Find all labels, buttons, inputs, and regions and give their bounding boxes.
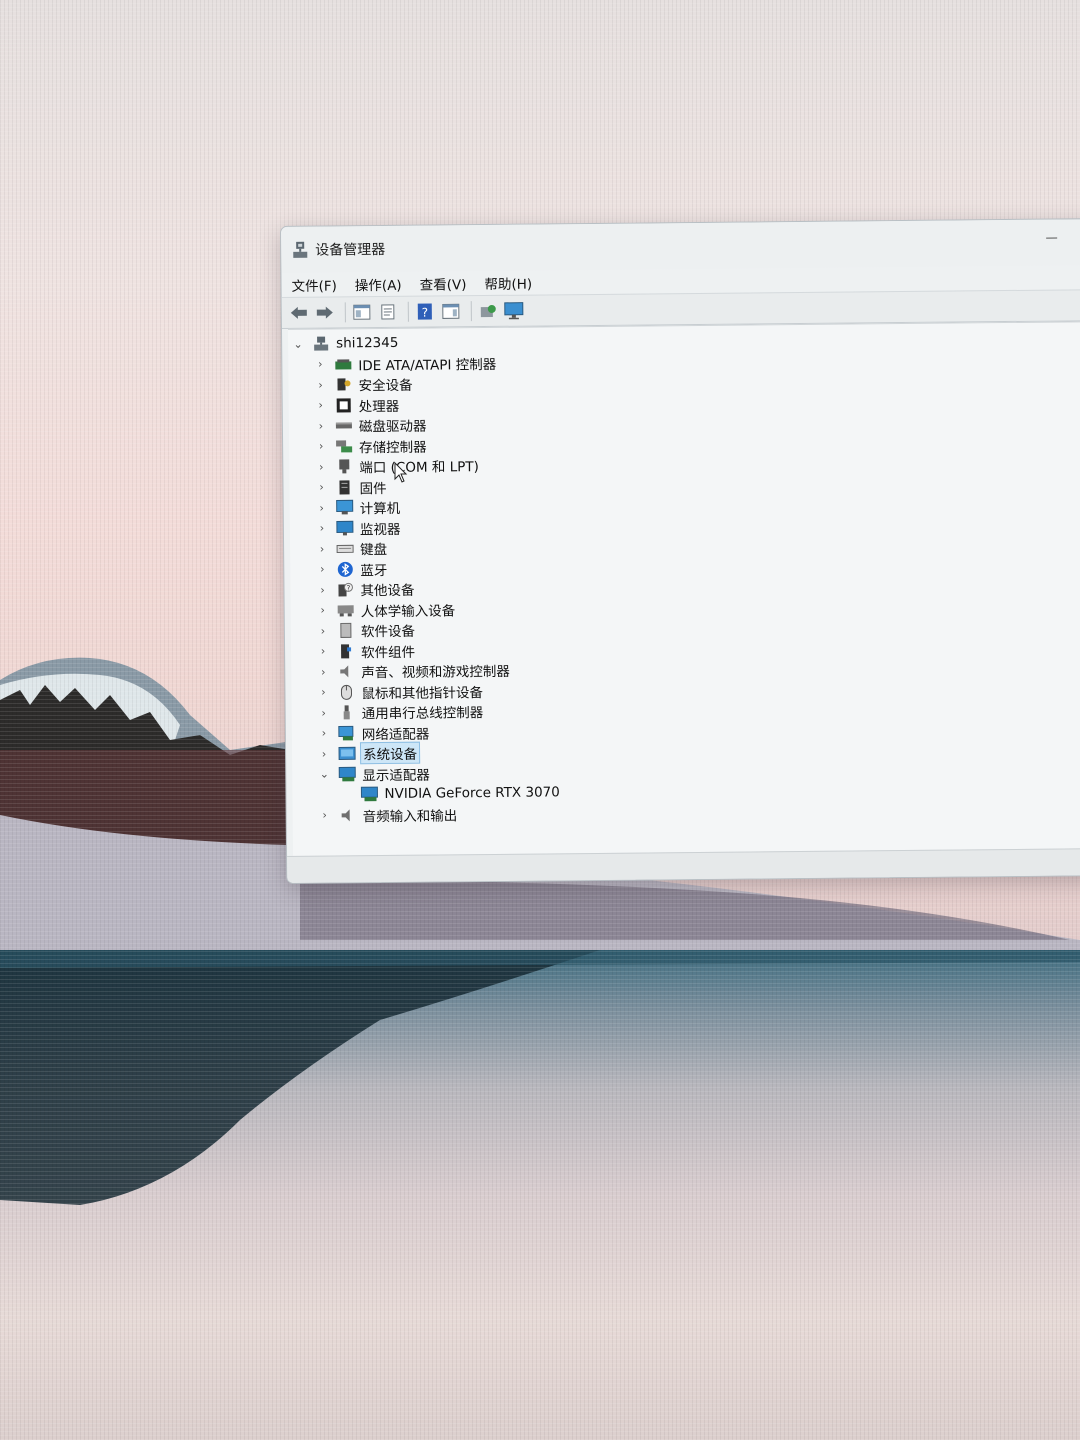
- chevron-right-icon[interactable]: ›: [316, 705, 332, 721]
- device-manager-app-icon: [293, 241, 308, 258]
- chevron-right-icon[interactable]: ›: [314, 500, 330, 516]
- chevron-right-icon[interactable]: ›: [313, 459, 329, 475]
- tree-category-label: 软件设备: [360, 623, 415, 641]
- tree-category-label: 磁盘驱动器: [358, 418, 427, 436]
- minimize-button[interactable]: [1043, 231, 1059, 245]
- tree-root-label: shi12345: [336, 335, 399, 352]
- chevron-right-icon[interactable]: ›: [316, 725, 332, 741]
- tree-category-label: 安全设备: [358, 377, 413, 395]
- security-device-icon: [334, 377, 352, 393]
- display-adapter-icon: [360, 786, 378, 802]
- tree-category-label: 端口 (COM 和 LPT): [359, 459, 479, 477]
- chevron-right-icon[interactable]: ›: [312, 377, 328, 393]
- mouse-cursor-icon: [394, 462, 408, 483]
- tree-category-label: 系统设备: [359, 741, 421, 765]
- mouse-icon: [337, 684, 355, 700]
- tree-category-label: 蓝牙: [360, 562, 388, 579]
- chevron-right-icon[interactable]: ›: [313, 397, 329, 413]
- ide-controller-icon: [334, 356, 352, 372]
- tree-category-label: 人体学输入设备: [360, 603, 456, 620]
- svg-text:?: ?: [422, 306, 429, 320]
- chevron-right-icon[interactable]: ›: [316, 746, 332, 762]
- chevron-right-icon[interactable]: ›: [315, 664, 331, 680]
- chevron-right-icon[interactable]: ›: [315, 623, 331, 639]
- chevron-right-icon[interactable]: ›: [314, 582, 330, 598]
- window-title: 设备管理器: [315, 241, 386, 259]
- disk-drive-icon: [335, 418, 353, 434]
- keyboard-icon: [336, 541, 354, 557]
- network-adapter-icon: [338, 725, 356, 741]
- back-arrow-icon[interactable]: [288, 302, 310, 324]
- scan-hardware-changes-icon[interactable]: [477, 300, 499, 322]
- software-device-icon: [337, 623, 355, 639]
- tree-category-label: 软件组件: [361, 644, 416, 661]
- chevron-right-icon[interactable]: ›: [314, 520, 330, 536]
- computer-root-icon: [312, 336, 330, 352]
- tree-category-label: 网络适配器: [361, 726, 430, 743]
- action-pane-icon[interactable]: [440, 300, 462, 322]
- audio-io-icon: [339, 807, 357, 823]
- chevron-right-icon[interactable]: ›: [313, 418, 329, 434]
- tree-category-label: 存储控制器: [359, 439, 427, 457]
- title-bar[interactable]: 设备管理器: [281, 219, 1080, 273]
- chevron-right-icon[interactable]: ›: [317, 807, 333, 823]
- menu-view[interactable]: 查看(V): [420, 273, 467, 293]
- menu-help[interactable]: 帮助(H): [484, 273, 532, 293]
- tree-category-label: 处理器: [358, 398, 400, 416]
- other-devices-icon: ?: [336, 582, 354, 598]
- tree-category-label: 键盘: [360, 542, 388, 559]
- toolbar-separator: [407, 301, 409, 322]
- storage-controller-icon: [335, 438, 353, 454]
- computer-icon: [336, 500, 354, 516]
- chevron-right-icon[interactable]: ›: [315, 643, 331, 659]
- firmware-icon: [335, 479, 353, 495]
- chevron-right-icon[interactable]: ›: [313, 438, 329, 454]
- monitor-display-icon[interactable]: [503, 300, 525, 322]
- tree-category-label: IDE ATA/ATAPI 控制器: [358, 356, 497, 375]
- menu-action[interactable]: 操作(A): [355, 274, 402, 294]
- processor-icon: [335, 397, 353, 413]
- forward-arrow-icon[interactable]: [314, 301, 336, 323]
- system-devices-icon: [338, 746, 356, 762]
- minimize-icon: [1045, 237, 1057, 239]
- device-tree: ⌄ shi12345 › IDE ATA/ATAPI 控制器 › 安全设备 › 处理器 › 磁…: [288, 322, 1080, 826]
- chevron-right-icon[interactable]: ›: [315, 602, 331, 618]
- display-adapter-icon: [338, 766, 356, 782]
- usb-icon: [338, 705, 356, 721]
- software-component-icon: [337, 643, 355, 659]
- properties-icon[interactable]: [377, 301, 399, 323]
- tree-category-label: 固件: [359, 480, 387, 497]
- chevron-right-icon[interactable]: ›: [315, 684, 331, 700]
- hid-icon: [337, 602, 355, 618]
- menu-file[interactable]: 文件(F): [291, 274, 337, 294]
- chevron-down-icon[interactable]: ⌄: [316, 766, 332, 782]
- svg-text:?: ?: [347, 585, 351, 593]
- sound-icon: [337, 664, 355, 680]
- tree-device-label: NVIDIA GeForce RTX 3070: [384, 784, 560, 803]
- help-icon[interactable]: ?: [414, 301, 436, 323]
- device-tree-pane: ⌄ shi12345 › IDE ATA/ATAPI 控制器 › 安全设备 › 处理器 › 磁…: [287, 321, 1080, 857]
- monitor-icon: [336, 520, 354, 536]
- chevron-right-icon[interactable]: ›: [314, 541, 330, 557]
- show-hide-console-tree-icon[interactable]: [351, 301, 373, 323]
- water-reflection: [0, 950, 1080, 1205]
- bluetooth-icon: [336, 561, 354, 577]
- toolbar-separator: [470, 301, 472, 322]
- tree-category-label: 显示适配器: [362, 767, 430, 784]
- chevron-right-icon[interactable]: ›: [313, 479, 329, 495]
- tree-category-label: 计算机: [359, 501, 401, 518]
- chevron-right-icon[interactable]: ›: [312, 356, 328, 372]
- tree-category-label: 通用串行总线控制器: [361, 705, 484, 723]
- tree-category-label: 音频输入和输出: [362, 808, 458, 825]
- tree-category-label: 声音、视频和游戏控制器: [361, 664, 510, 682]
- tree-category-label: 监视器: [359, 521, 401, 538]
- chevron-right-icon[interactable]: ›: [314, 561, 330, 577]
- toolbar-separator: [344, 302, 346, 323]
- chevron-down-icon[interactable]: ⌄: [290, 336, 306, 352]
- device-manager-window: 设备管理器 文件(F) 操作(A) 查看(V) 帮助(H) ? ⌄ shi123…: [280, 218, 1080, 884]
- tree-category-label: 其他设备: [360, 582, 415, 600]
- port-icon: [335, 459, 353, 475]
